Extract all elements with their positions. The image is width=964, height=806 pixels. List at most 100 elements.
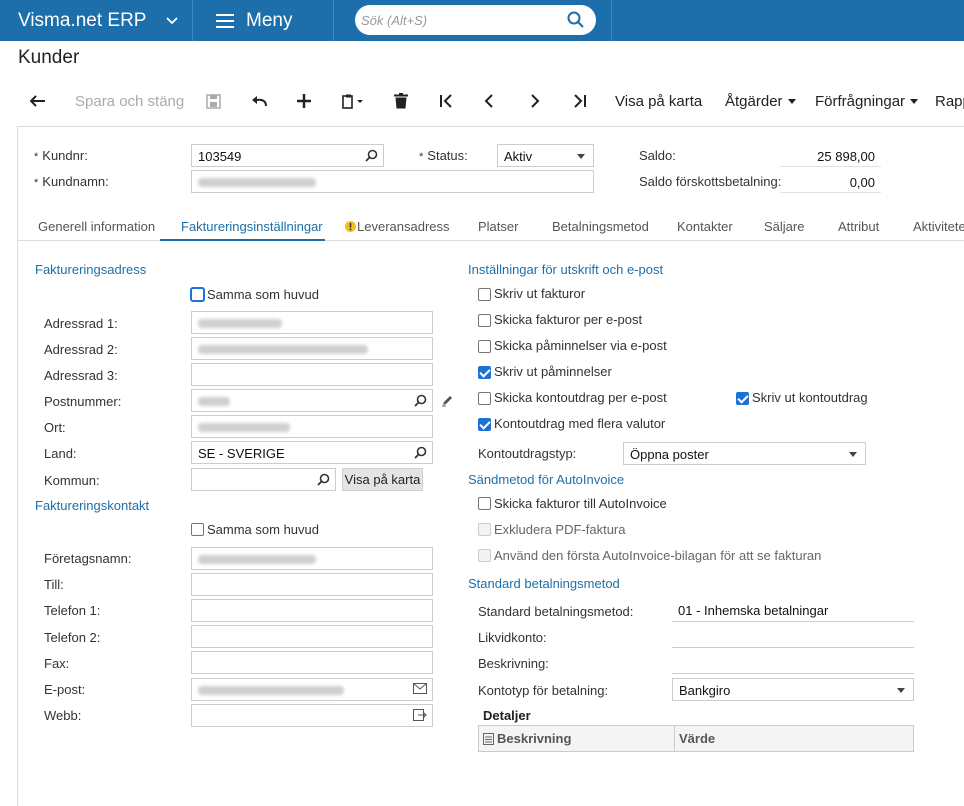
prev-record-button[interactable] — [484, 84, 494, 118]
email-reminders-checkbox[interactable] — [478, 340, 491, 353]
details-heading: Detaljer — [483, 708, 531, 723]
web-field[interactable] — [191, 704, 433, 727]
search-input[interactable] — [361, 12, 561, 28]
tab-locations[interactable]: Platser — [478, 213, 518, 240]
brand-switcher[interactable]: Visma.net ERP — [0, 0, 193, 41]
land-label: Land: — [44, 446, 77, 461]
phone1-label: Telefon 1: — [44, 603, 101, 618]
exclude-pdf-checkbox[interactable] — [478, 523, 491, 536]
company-label: Företagsnamn: — [44, 551, 132, 566]
trash-icon — [394, 93, 408, 109]
tab-delivery-address[interactable]: Leveransadress — [345, 213, 450, 240]
chevron-right-icon — [531, 94, 540, 108]
fax-label: Fax: — [44, 656, 70, 671]
grid-settings-icon[interactable] — [483, 733, 494, 745]
company-field[interactable] — [191, 547, 433, 570]
multi-currency-checkbox[interactable] — [478, 418, 491, 431]
chevron-down-icon — [166, 16, 179, 24]
print-statements-checkbox[interactable] — [736, 392, 749, 405]
kundnr-field[interactable]: 103549 — [191, 144, 384, 167]
email-statements-label: Skicka kontoutdrag per e-post — [494, 390, 667, 405]
email-invoices-checkbox[interactable] — [478, 314, 491, 327]
statement-type-select[interactable]: Öppna poster — [623, 442, 866, 465]
account-type-label: Kontotyp för betalning: — [478, 683, 609, 698]
open-link-icon[interactable] — [413, 709, 427, 721]
delete-button[interactable] — [394, 84, 408, 118]
reports-menu[interactable]: Rapp — [935, 84, 964, 118]
brand-name: Visma.net ERP — [18, 9, 147, 31]
blurred-text — [198, 319, 282, 328]
tab-salespersons[interactable]: Säljare — [764, 213, 804, 240]
kundnamn-field[interactable] — [191, 170, 594, 193]
attn-field[interactable] — [191, 573, 433, 596]
fax-field[interactable] — [191, 651, 433, 674]
blurred-text — [198, 178, 316, 187]
phone1-field[interactable] — [191, 599, 433, 622]
envelope-icon[interactable] — [413, 683, 427, 694]
print-statements-label: Skriv ut kontoutdrag — [752, 390, 868, 405]
search-icon[interactable] — [414, 446, 427, 459]
show-map-button[interactable]: Visa på karta — [615, 84, 702, 118]
email-label: E-post: — [44, 682, 86, 697]
postnr-label: Postnummer: — [44, 394, 122, 409]
land-value: SE - SVERIGE — [198, 446, 285, 461]
billing-address-heading: Faktureringsadress — [35, 262, 147, 277]
tab-billing-settings[interactable]: Faktureringsinställningar — [181, 213, 323, 240]
postnr-field[interactable] — [191, 389, 433, 412]
search-box[interactable] — [355, 5, 596, 35]
tab-payment-method[interactable]: Betalningsmetod — [552, 213, 649, 240]
search-icon[interactable] — [414, 394, 427, 407]
actions-menu[interactable]: Åtgärder — [725, 84, 796, 118]
tab-contacts[interactable]: Kontakter — [677, 213, 733, 240]
save-button[interactable] — [206, 84, 221, 118]
undo-icon — [252, 96, 267, 107]
tab-activities[interactable]: Aktiviteter — [913, 213, 964, 240]
tab-attributes[interactable]: Attribut — [838, 213, 879, 240]
col-description[interactable]: Beskrivning — [497, 726, 571, 751]
saldo-forskott-value: 0,00 — [849, 175, 875, 190]
billing-contact-heading: Faktureringskontakt — [35, 498, 150, 513]
print-reminders-checkbox[interactable] — [478, 366, 491, 379]
show-map-inline-button[interactable]: Visa på karta — [342, 468, 423, 491]
last-record-button[interactable] — [573, 84, 587, 118]
same-as-main-contact-checkbox[interactable] — [191, 523, 204, 536]
print-invoices-checkbox[interactable] — [478, 288, 491, 301]
search-icon[interactable] — [567, 11, 584, 28]
page-title: Kunder — [18, 47, 80, 68]
cash-account-label: Likvidkonto: — [478, 630, 547, 645]
kommun-field[interactable] — [191, 468, 336, 491]
adr3-field[interactable] — [191, 363, 433, 386]
tab-general[interactable]: Generell information — [38, 213, 155, 240]
use-first-attachment-checkbox[interactable] — [478, 549, 491, 562]
ort-field[interactable] — [191, 415, 433, 438]
land-field[interactable]: SE - SVERIGE — [191, 441, 433, 464]
next-record-button[interactable] — [530, 84, 540, 118]
kundnamn-label: Kundnamn: — [34, 174, 109, 189]
menu-label: Meny — [246, 9, 293, 31]
adr2-field[interactable] — [191, 337, 433, 360]
search-icon[interactable] — [317, 473, 330, 486]
menu-button[interactable]: Meny — [194, 0, 334, 41]
edit-pencil-icon[interactable] — [441, 394, 454, 407]
tab-bar: Generell information Faktureringsinställ… — [17, 213, 964, 241]
top-bar: Visma.net ERP Meny — [0, 0, 964, 41]
same-as-main-address-checkbox[interactable] — [191, 288, 204, 301]
email-statements-checkbox[interactable] — [478, 392, 491, 405]
first-record-button[interactable] — [439, 84, 453, 118]
email-field[interactable] — [191, 678, 433, 701]
inquiries-menu[interactable]: Förfrågningar — [815, 84, 919, 118]
add-button[interactable] — [297, 84, 311, 118]
autoinvoice-send-checkbox[interactable] — [478, 497, 491, 510]
account-type-select[interactable]: Bankgiro — [672, 678, 914, 701]
adr1-field[interactable] — [191, 311, 433, 334]
undo-button[interactable] — [251, 84, 268, 118]
phone2-field[interactable] — [191, 625, 433, 648]
copy-paste-button[interactable] — [341, 84, 365, 118]
search-icon[interactable] — [365, 149, 378, 162]
plus-icon — [297, 94, 311, 108]
col-value[interactable]: Värde — [679, 726, 715, 751]
use-first-attachment-label: Använd den första AutoInvoice-bilagan fö… — [494, 548, 822, 563]
status-select[interactable]: Aktiv — [497, 144, 594, 167]
save-close-button[interactable]: Spara och stäng — [75, 84, 184, 118]
back-button[interactable] — [30, 84, 46, 118]
